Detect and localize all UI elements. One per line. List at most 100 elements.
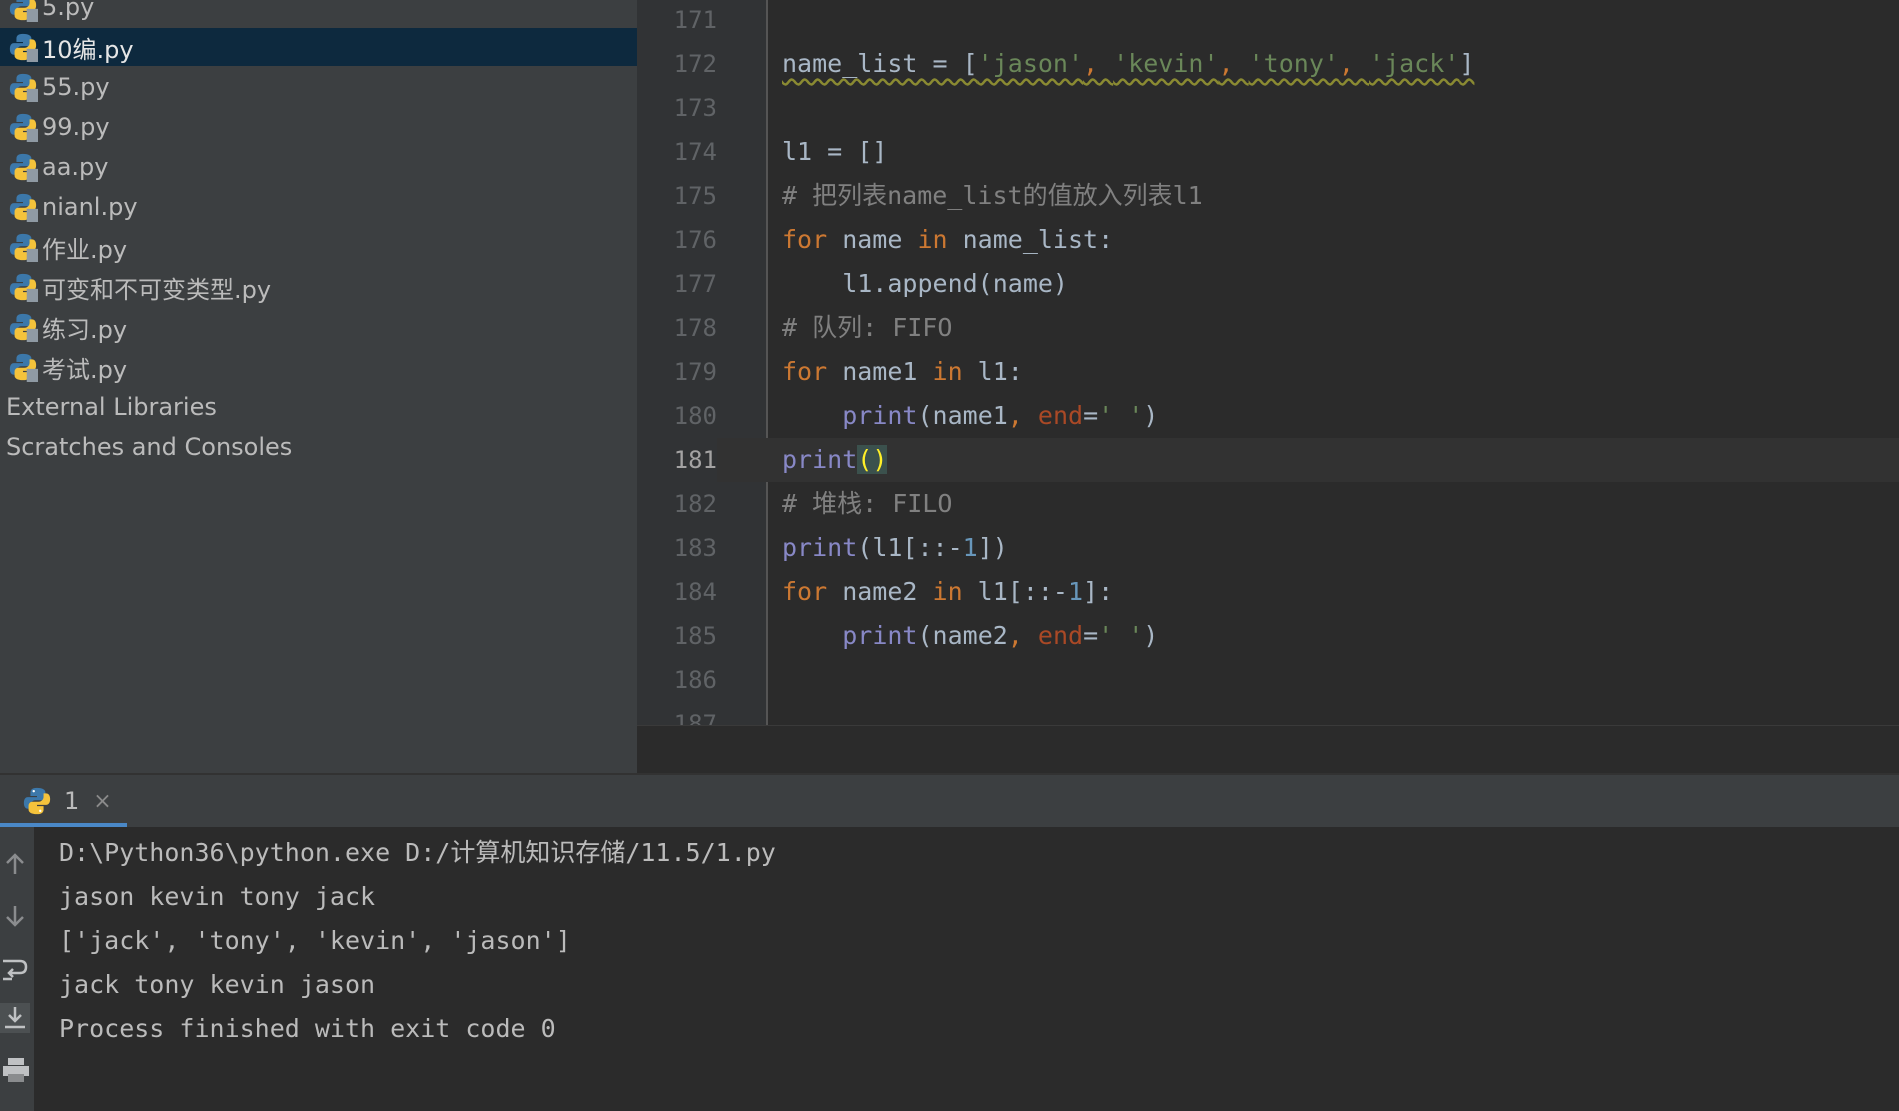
file-name: 10编.py xyxy=(42,35,134,64)
file-tree-item[interactable]: 考试.py xyxy=(0,348,637,386)
code-token: ) xyxy=(1143,621,1159,650)
python-file-icon xyxy=(9,273,38,302)
file-tree-item[interactable]: 练习.py xyxy=(0,308,637,346)
run-tab[interactable]: 1 × xyxy=(0,775,127,827)
code-token: in xyxy=(917,225,948,254)
python-file-icon xyxy=(9,33,38,62)
line-number: 173 xyxy=(673,94,717,122)
file-name: 55.py xyxy=(42,73,110,101)
code-token: , xyxy=(1338,49,1370,78)
run-console-output[interactable]: D:\Python36\python.exe D:/计算机知识存储/11.5/1… xyxy=(34,827,1899,1111)
code-text: l1.append(name) xyxy=(782,262,1068,306)
code-token: 1 xyxy=(1067,577,1084,606)
code-line[interactable]: 182 # 堆栈: FILO xyxy=(637,482,1899,526)
code-token: (l1[::- xyxy=(857,533,963,562)
code-line[interactable]: 181 print() xyxy=(637,438,1899,482)
code-text: # 堆栈: FILO xyxy=(782,482,952,526)
code-token: for xyxy=(782,357,828,386)
run-tab-label: 1 xyxy=(64,787,80,815)
line-number: 186 xyxy=(673,666,717,694)
code-token: 'jason' xyxy=(977,49,1084,78)
code-line[interactable]: 186 xyxy=(637,658,1899,702)
file-tree-item[interactable]: aa.py xyxy=(0,148,637,186)
code-line[interactable]: 171 xyxy=(637,0,1899,42)
code-token: in xyxy=(932,357,963,386)
code-token: = xyxy=(1083,401,1099,430)
file-name: 可变和不可变类型.py xyxy=(42,275,272,304)
file-name: 99.py xyxy=(42,113,110,141)
line-number: 184 xyxy=(673,578,717,606)
file-tree-item[interactable]: 作业.py xyxy=(0,228,637,266)
code-token: 'jack' xyxy=(1369,49,1460,78)
code-line[interactable]: 174 l1 = [] xyxy=(637,130,1899,174)
code-line[interactable]: 175 # 把列表name_list的值放入列表l1 xyxy=(637,174,1899,218)
code-text: for name2 in l1[::-1]: xyxy=(782,570,1113,614)
python-file-icon xyxy=(9,193,38,222)
code-line[interactable]: 179 for name1 in l1: xyxy=(637,350,1899,394)
line-number: 174 xyxy=(673,138,717,166)
arrow-down-icon[interactable] xyxy=(0,901,30,931)
group-name: External Libraries xyxy=(6,393,217,421)
run-tool-window-header: 1 × xyxy=(0,773,1899,828)
line-number: 181 xyxy=(637,438,717,482)
scroll-to-end-icon[interactable] xyxy=(0,1003,30,1033)
file-tree-item[interactable]: 55.py xyxy=(0,68,637,106)
file-tree-item[interactable]: 5.py xyxy=(0,0,637,26)
code-line[interactable]: 172 name_list = ['jason', 'kevin', 'tony'… xyxy=(637,42,1899,86)
code-line[interactable]: 173 xyxy=(637,86,1899,130)
code-line[interactable]: 184 for name2 in l1[::-1]: xyxy=(637,570,1899,614)
code-token: # 堆栈: FILO xyxy=(782,489,953,518)
code-token: ]: xyxy=(1083,577,1114,606)
python-file-icon xyxy=(9,73,38,102)
code-token: name1 xyxy=(827,357,933,386)
code-token: ]) xyxy=(977,533,1008,562)
code-token: l1: xyxy=(962,357,1023,386)
file-name: 作业.py xyxy=(42,235,128,264)
run-toolbar xyxy=(0,827,35,1111)
file-tree-item[interactable]: 10编.py xyxy=(0,28,637,66)
code-token: , xyxy=(1007,621,1038,650)
code-line[interactable]: 176 for name in name_list: xyxy=(637,218,1899,262)
file-tree-item[interactable]: 99.py xyxy=(0,108,637,146)
code-token: ] xyxy=(1459,49,1475,78)
python-file-icon xyxy=(9,113,38,142)
file-name: aa.py xyxy=(42,153,109,181)
line-number: 180 xyxy=(673,402,717,430)
code-line[interactable]: 178 # 队列: FIFO xyxy=(637,306,1899,350)
code-token: ' ' xyxy=(1098,401,1144,430)
code-line[interactable]: 177 l1.append(name) xyxy=(637,262,1899,306)
tree-group-item[interactable]: Scratches and Consoles xyxy=(0,428,637,466)
code-token: 'kevin' xyxy=(1113,49,1219,78)
file-name: 考试.py xyxy=(42,355,128,384)
line-number: 178 xyxy=(673,314,717,342)
code-token: l1[::- xyxy=(962,577,1068,606)
run-tab-close-icon[interactable]: × xyxy=(93,789,111,814)
code-line[interactable]: 187 xyxy=(637,702,1899,725)
code-token: () xyxy=(857,445,888,474)
file-name: 5.py xyxy=(42,0,95,21)
group-name: Scratches and Consoles xyxy=(6,433,293,461)
code-line[interactable]: 183 print(l1[::-1]) xyxy=(637,526,1899,570)
code-line[interactable]: 185 print(name2, end=' ') xyxy=(637,614,1899,658)
code-token: print xyxy=(842,401,918,430)
code-line[interactable]: 180 print(name1, end=' ') xyxy=(637,394,1899,438)
code-token: name xyxy=(827,225,918,254)
line-number: 172 xyxy=(673,50,717,78)
code-token: 'tony' xyxy=(1248,49,1339,78)
soft-wrap-icon[interactable] xyxy=(0,953,30,983)
code-token: , xyxy=(1007,401,1038,430)
python-file-icon xyxy=(9,353,38,382)
console-line: D:\Python36\python.exe D:/计算机知识存储/11.5/1… xyxy=(59,838,776,867)
print-icon[interactable] xyxy=(0,1055,30,1085)
code-token: # 队列: FIFO xyxy=(782,313,953,342)
code-editor[interactable]: 171 172 name_list = ['jason', 'kevin', 'to… xyxy=(637,0,1899,725)
file-tree-item[interactable]: nianl.py xyxy=(0,188,637,226)
tree-group-item[interactable]: External Libraries xyxy=(0,388,637,426)
arrow-up-icon[interactable] xyxy=(0,849,30,879)
file-tree-item[interactable]: 可变和不可变类型.py xyxy=(0,268,637,306)
code-token: (name1 xyxy=(917,401,1008,430)
console-line: Process finished with exit code 0 xyxy=(59,1014,556,1043)
line-number: 176 xyxy=(673,226,717,254)
